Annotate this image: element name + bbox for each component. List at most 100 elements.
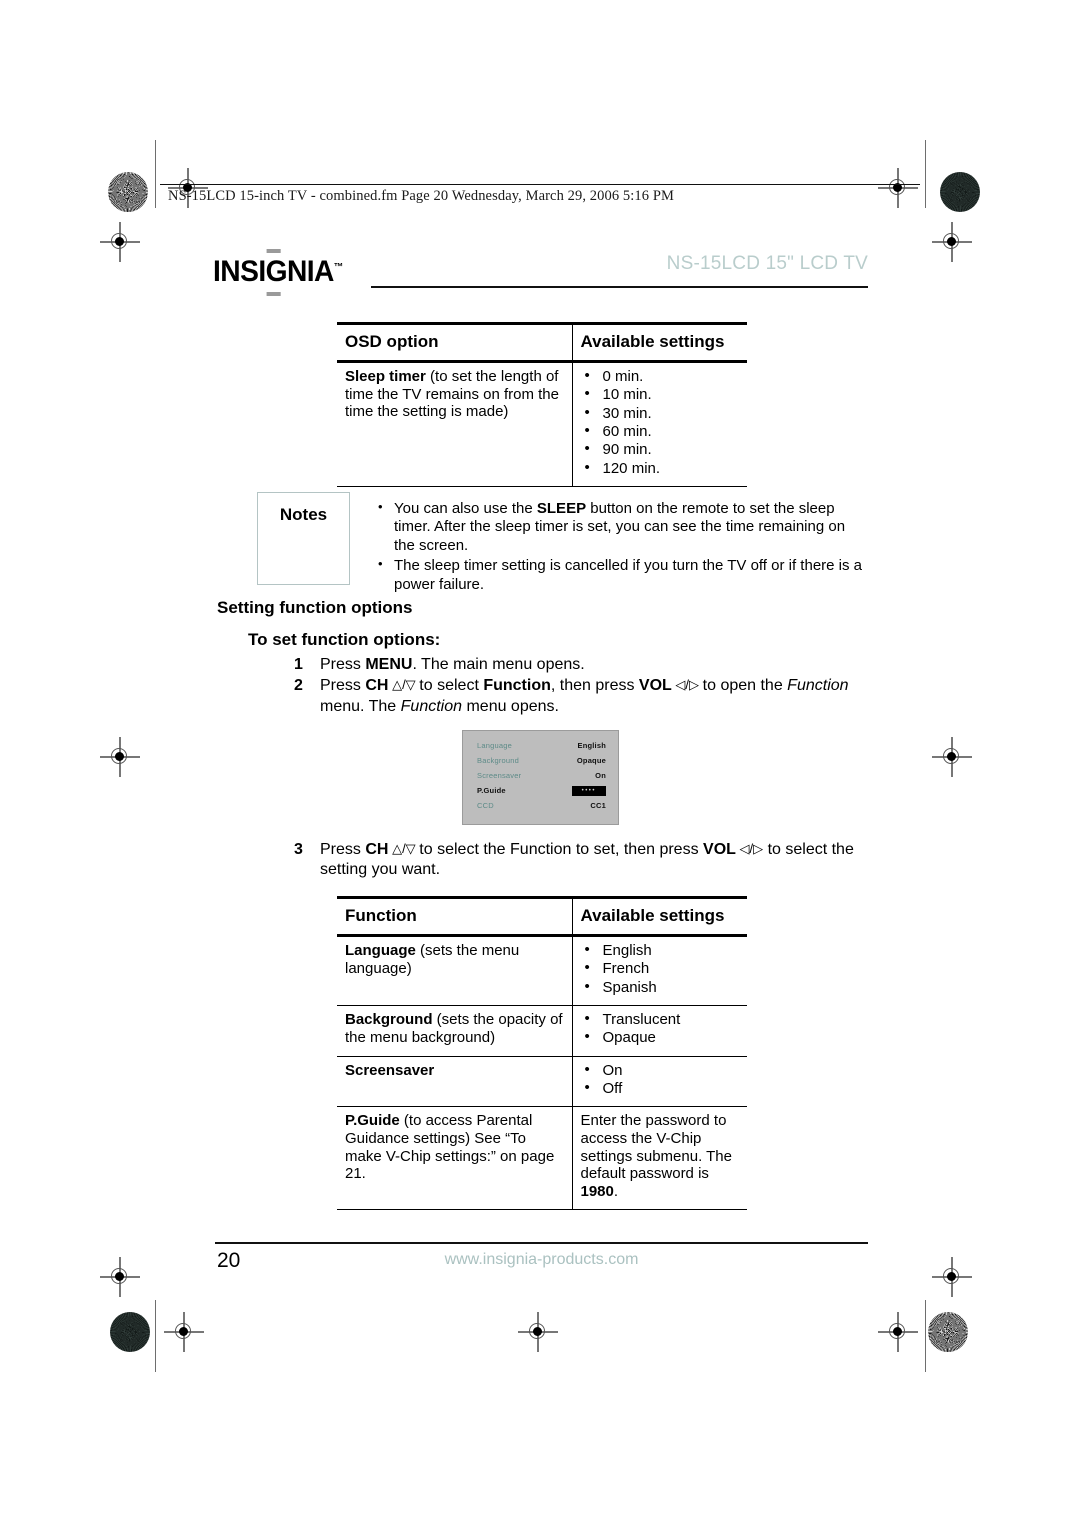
list-item: Opaque [585,1028,740,1047]
osd-row-label: Background [477,756,520,765]
list-item: 2 Press CH △/▽ to select Function, then … [290,676,870,717]
list-item: 60 min. [585,422,740,441]
function-settings-list: English French Spanish [581,941,740,997]
osd-row-value: CC1 [590,801,606,810]
function-name: Language [345,942,416,960]
list-item: 10 min. [585,385,740,404]
default-password-value: 1980 [580,1182,614,1200]
osd-row-value: English [577,741,606,750]
function-settings-cell: Translucent Opaque [571,1005,747,1057]
step-seg: menu. The [320,697,401,715]
registration-mark-bottom-center [518,1312,558,1352]
registration-mark-bottom-left [164,1312,204,1352]
logo-g-group: G [265,249,288,296]
print-burst-target-top-left [108,172,148,212]
function-name-cell: P.Guide (to access Parental Guidance set… [337,1106,572,1210]
file-header-rule [160,184,920,186]
registration-mark-right-upper [932,222,972,262]
step-seg: . The main menu opens. [412,656,585,673]
list-item: English [585,941,740,960]
crop-line-bottom-right-vertical [925,1300,927,1372]
osd-settings-list: 0 min. 10 min. 30 min. 60 min. 90 min. 1… [581,367,740,478]
osd-menu-row-pguide: P.Guide •••• [477,783,606,798]
step-seg: menu opens. [462,697,559,715]
table-row: Background (sets the opacity of the menu… [337,1005,747,1057]
step-seg-bold: VOL [638,677,672,695]
list-item: You can also use the SLEEP button on the… [378,499,864,555]
function-name-cell: Language (sets the menu language) [337,935,572,1006]
step-seg: to open the [702,677,788,695]
list-item: 1 Press MENU. The main menu opens. [290,655,870,675]
step-seg: to select the Function to set, then pres… [419,841,704,858]
table-row: P.Guide (to access Parental Guidance set… [337,1106,747,1210]
page-title: Setting function options [217,598,413,617]
step-seg: Press [320,677,366,695]
step-seg: Press [320,841,366,858]
function-settings-table: Function Available settings Language (se… [337,895,747,1210]
list-item: Translucent [585,1010,740,1029]
table-header-function: Function [337,895,572,938]
list-item: The sleep timer setting is cancelled if … [378,556,864,594]
procedure-steps-group-2: 3 Press CH △/▽ to select the Function to… [290,840,870,882]
step-number: 1 [294,656,303,673]
note-text-bold: SLEEP [536,500,587,517]
function-menu-screenshot: Language English Background Opaque Scree… [462,730,619,825]
function-name-cell: Screensaver [337,1056,572,1108]
note-text-pre: The sleep timer setting is cancelled if … [394,557,863,593]
osd-menu-row-language: Language English [477,738,606,753]
table-row: Language (sets the menu language) Englis… [337,935,747,1006]
list-item: French [585,959,740,978]
brand-underline-rule [371,286,868,288]
table-header-row: OSD option Available settings [337,321,747,364]
channel-up-down-icon: △/▽ [388,841,420,856]
crop-line-top-right-vertical [925,140,927,208]
insignia-logo: INSI G NIA™ [213,249,343,296]
osd-row-label: Screensaver [477,771,522,780]
list-item: Spanish [585,978,740,997]
step-seg-bold: CH [365,677,389,695]
step-seg-bold: VOL [703,841,736,858]
footer-website-url: www.insignia-products.com [444,1251,639,1268]
list-item: 3 Press CH △/▽ to select the Function to… [290,840,870,881]
print-burst-target-top-right [940,172,980,212]
logo-text-g: G [265,255,288,288]
brand-header: INSI G NIA™ NS-15LCD 15" LCD TV [213,249,868,296]
step-seg-bold: MENU [365,656,413,673]
osd-password-field: •••• [571,785,606,796]
function-name: Screensaver [345,1061,435,1079]
step-text: Press CH △/▽ to select Function, then pr… [320,677,849,714]
osd-option-table: OSD option Available settings Sleep time… [337,321,747,487]
table-header-osd-option: OSD option [337,321,572,364]
table-row: Screensaver On Off [337,1056,747,1108]
registration-mark-top-right [878,168,918,208]
table-header-row: Function Available settings [337,895,747,938]
step-text: Press MENU. The main menu opens. [320,656,585,673]
note-text-pre: You can also use the [394,500,537,517]
function-settings-cell: On Off [571,1056,747,1108]
step-seg-italic: Function [400,697,463,715]
file-header-text: NS-15LCD 15-inch TV - combined.fm Page 2… [168,188,674,204]
osd-row-value: Opaque [576,756,606,765]
list-item: 30 min. [585,404,740,423]
registration-mark-left-upper [100,222,140,262]
step-text: Press CH △/▽ to select the Function to s… [320,841,854,878]
procedure-steps-group-1: 1 Press MENU. The main menu opens. 2 Pre… [290,655,870,718]
osd-option-cell: Sleep timer (to set the length of time t… [337,361,572,487]
settings-text-pre: Enter the password to access the V-Chip … [580,1112,732,1183]
settings-text-post: . [613,1182,619,1200]
table-row: Sleep timer (to set the length of time t… [337,361,747,487]
list-item: On [585,1061,740,1080]
table-header-available-settings: Available settings [571,321,747,364]
print-burst-target-bottom-right [928,1312,968,1352]
registration-mark-left-lower [100,1257,140,1297]
osd-row-label: CCD [477,801,494,810]
notes-label-box: Notes [257,492,350,585]
registration-mark-right-middle [932,737,972,777]
function-settings-list: On Off [581,1061,740,1099]
print-burst-target-bottom-left [110,1312,150,1352]
volume-left-right-icon: ◁/▷ [671,677,703,693]
logo-bar-top-decoration [266,249,281,253]
function-name: Background [345,1010,433,1028]
list-item: 120 min. [585,459,740,478]
osd-settings-cell: 0 min. 10 min. 30 min. 60 min. 90 min. 1… [571,361,747,487]
